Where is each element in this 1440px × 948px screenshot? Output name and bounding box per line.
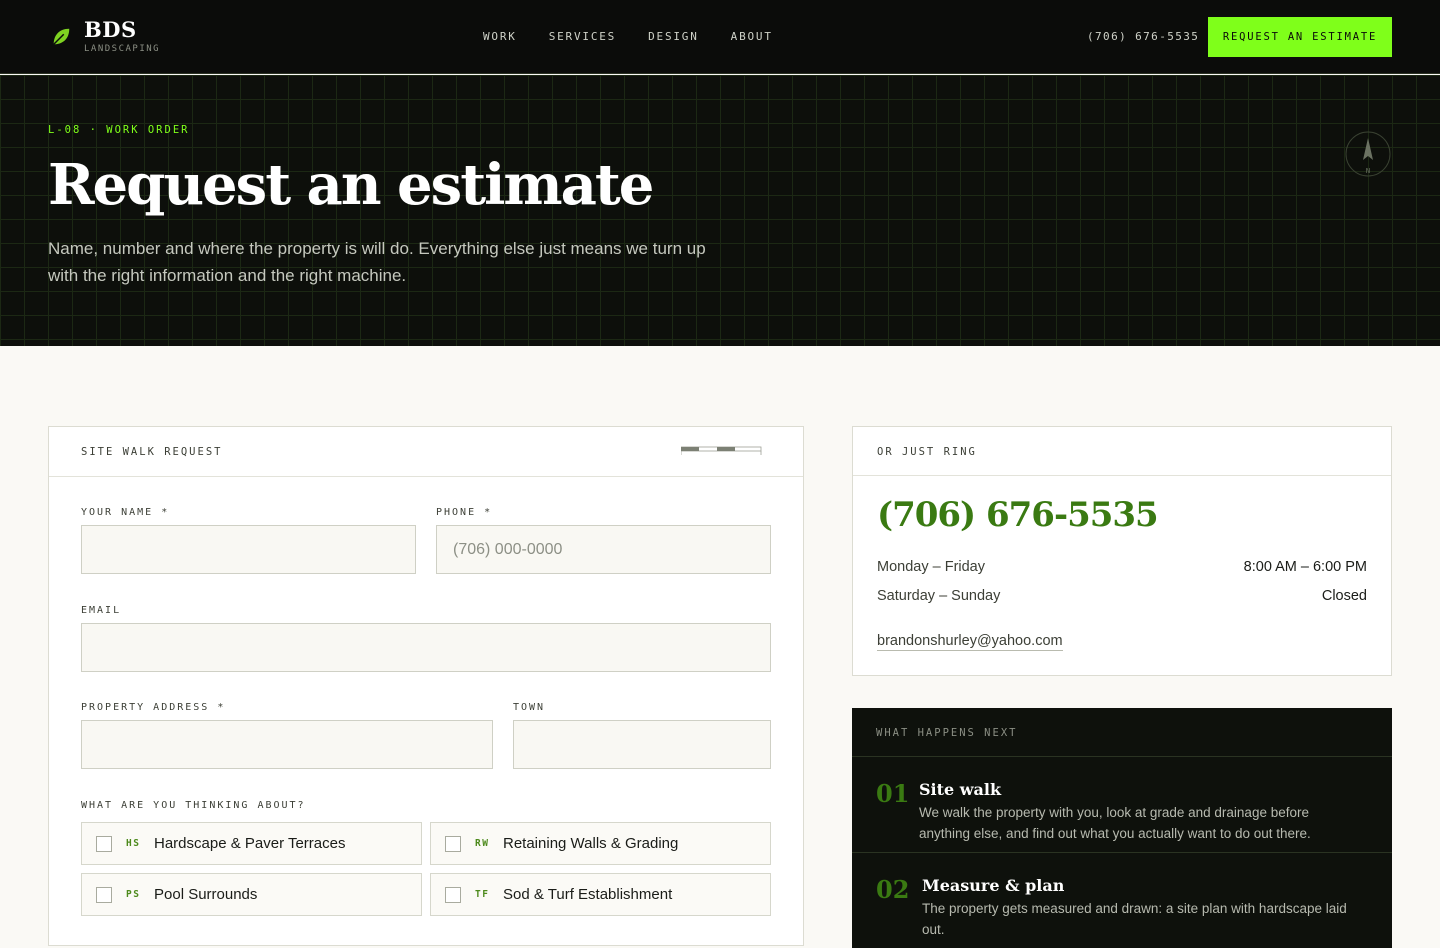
email-input[interactable] bbox=[81, 623, 771, 672]
nav-link-services[interactable]: SERVICES bbox=[549, 30, 616, 43]
next-steps-card: WHAT HAPPENS NEXT 01 Site walk We walk t… bbox=[852, 708, 1392, 948]
checkbox[interactable] bbox=[445, 835, 461, 852]
checkbox[interactable] bbox=[96, 886, 112, 903]
contact-email-link[interactable]: brandonshurley@yahoo.com bbox=[877, 633, 1063, 651]
hero-eyebrow: L-08 · WORK ORDER bbox=[48, 124, 190, 136]
hours-days: Saturday – Sunday bbox=[877, 588, 1001, 604]
step-description: The property gets measured and drawn: a … bbox=[922, 901, 1347, 937]
compass-label: N bbox=[1366, 167, 1370, 175]
contact-phone-link[interactable]: (706) 676-5535 bbox=[877, 495, 1159, 535]
interest-code: HS bbox=[126, 838, 141, 849]
hours-row: Monday – Friday 8:00 AM – 6:00 PM bbox=[877, 559, 1367, 575]
compass-icon: N bbox=[1345, 131, 1391, 177]
interest-code: TF bbox=[475, 889, 490, 900]
phone-input[interactable] bbox=[436, 525, 771, 574]
checkbox[interactable] bbox=[445, 886, 461, 903]
step-item: 02 Measure & plan The property gets meas… bbox=[852, 853, 1392, 948]
interest-option-retaining-walls[interactable]: RW Retaining Walls & Grading bbox=[430, 822, 771, 865]
interest-label: Pool Surrounds bbox=[154, 886, 258, 903]
interest-code: PS bbox=[126, 889, 141, 900]
step-item: 01 Site walk We walk the property with y… bbox=[852, 757, 1392, 852]
contact-card-title: OR JUST RING bbox=[877, 446, 977, 458]
interest-label: Retaining Walls & Grading bbox=[503, 835, 679, 852]
next-steps-title: WHAT HAPPENS NEXT bbox=[876, 727, 1018, 739]
hours-row: Saturday – Sunday Closed bbox=[877, 588, 1367, 604]
interests-label: WHAT ARE YOU THINKING ABOUT? bbox=[81, 800, 306, 811]
contact-card: OR JUST RING (706) 676-5535 Monday – Fri… bbox=[852, 426, 1392, 676]
hours-days: Monday – Friday bbox=[877, 559, 985, 575]
hero-section: L-08 · WORK ORDER Request an estimate Na… bbox=[0, 75, 1440, 346]
hours-time: Closed bbox=[1321, 588, 1367, 604]
next-steps-header: WHAT HAPPENS NEXT bbox=[852, 708, 1392, 757]
name-label: YOUR NAME * bbox=[81, 507, 170, 518]
interest-code: RW bbox=[475, 838, 490, 849]
nav-phone-link[interactable]: (706) 676-5535 bbox=[1087, 30, 1199, 43]
interest-label: Sod & Turf Establishment bbox=[503, 886, 673, 903]
step-number: 01 bbox=[876, 779, 910, 808]
interest-option-hardscape[interactable]: HS Hardscape & Paver Terraces bbox=[81, 822, 422, 865]
contact-card-header: OR JUST RING bbox=[853, 427, 1391, 476]
phone-label: PHONE * bbox=[436, 507, 493, 518]
town-input[interactable] bbox=[513, 720, 771, 769]
nav-link-design[interactable]: DESIGN bbox=[648, 30, 699, 43]
site-walk-form: SITE WALK REQUEST YOUR NAME * PHONE * EM… bbox=[48, 426, 804, 946]
brand-subtitle: LANDSCAPING bbox=[84, 44, 161, 54]
town-label: TOWN bbox=[513, 702, 546, 713]
checkbox[interactable] bbox=[96, 835, 112, 852]
scale-bar-icon bbox=[681, 446, 762, 455]
name-input[interactable] bbox=[81, 525, 416, 574]
step-title: Measure & plan bbox=[922, 876, 1065, 895]
hours-time: 8:00 AM – 6:00 PM bbox=[1243, 559, 1367, 575]
address-input[interactable] bbox=[81, 720, 493, 769]
interest-label: Hardscape & Paver Terraces bbox=[154, 835, 346, 852]
nav-link-work[interactable]: WORK bbox=[483, 30, 517, 43]
interest-option-sod-turf[interactable]: TF Sod & Turf Establishment bbox=[430, 873, 771, 916]
brand-name: BDS bbox=[84, 17, 137, 42]
request-estimate-button[interactable]: REQUEST AN ESTIMATE bbox=[1208, 17, 1392, 57]
nav-links: WORK SERVICES DESIGN ABOUT bbox=[483, 30, 805, 43]
step-description: We walk the property with you, look at g… bbox=[919, 805, 1311, 841]
hero-subtitle: Name, number and where the property is w… bbox=[48, 239, 706, 285]
top-nav: BDS LANDSCAPING WORK SERVICES DESIGN ABO… bbox=[0, 0, 1440, 74]
form-title: SITE WALK REQUEST bbox=[81, 446, 223, 458]
form-header: SITE WALK REQUEST bbox=[49, 427, 803, 477]
leaf-icon bbox=[53, 28, 70, 45]
email-label: EMAIL bbox=[81, 605, 122, 616]
nav-link-about[interactable]: ABOUT bbox=[731, 30, 773, 43]
interest-option-pool-surrounds[interactable]: PS Pool Surrounds bbox=[81, 873, 422, 916]
page-title: Request an estimate bbox=[48, 152, 654, 218]
address-label: PROPERTY ADDRESS * bbox=[81, 702, 226, 713]
brand-logo[interactable]: BDS LANDSCAPING bbox=[50, 18, 160, 54]
step-title: Site walk bbox=[919, 780, 1002, 799]
